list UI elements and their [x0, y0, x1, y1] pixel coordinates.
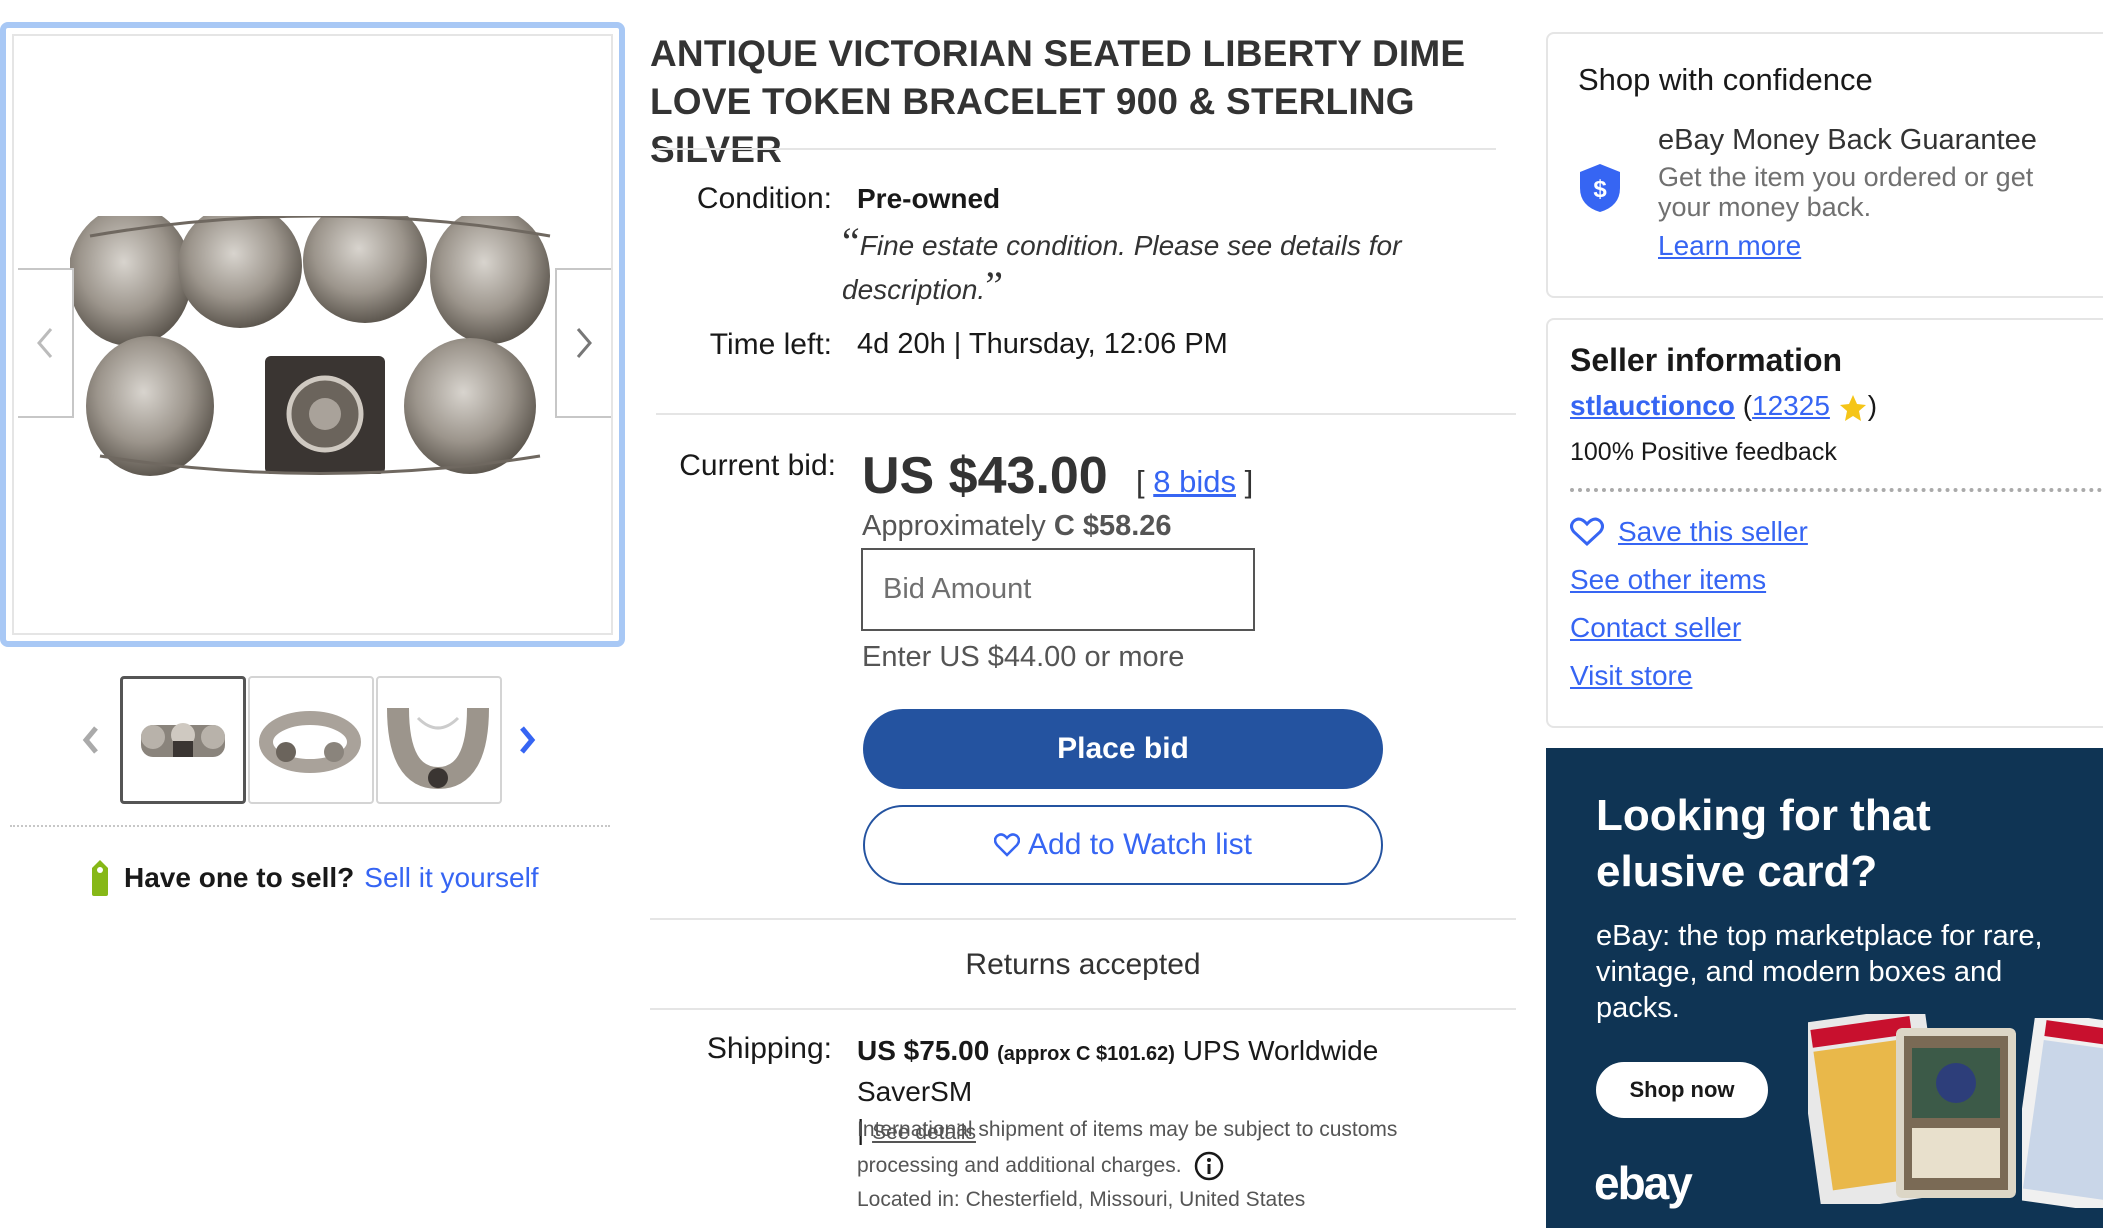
thumbnail-next-icon[interactable] — [516, 724, 538, 756]
thumbnail-1[interactable] — [120, 676, 246, 804]
seller-line: stlauctionco (12325 ) — [1570, 390, 1877, 423]
divider — [10, 825, 610, 827]
condition-label: Condition: — [696, 182, 832, 215]
price-tag-icon — [92, 860, 108, 896]
item-title: ANTIQUE VICTORIAN SEATED LIBERTY DIME LO… — [650, 30, 1530, 174]
visit-store-link[interactable]: Visit store — [1570, 660, 1692, 692]
advertisement-banner[interactable]: Looking for that elusive card? eBay: the… — [1546, 748, 2103, 1228]
see-other-items-link[interactable]: See other items — [1570, 564, 1766, 596]
current-bid-label: Current bid: — [679, 449, 836, 482]
bid-amount-input[interactable] — [861, 548, 1255, 631]
save-seller-button[interactable]: Save this seller — [1570, 516, 1808, 548]
bid-count: [ 8 bids ] — [1136, 464, 1253, 500]
bid-count-link[interactable]: 8 bids — [1153, 464, 1236, 499]
item-location: Located in: Chesterfield, Missouri, Unit… — [857, 1188, 1306, 1211]
international-note-text: International shipment of items may be s… — [857, 1118, 1398, 1177]
vintage-card-image — [1896, 1028, 2016, 1198]
place-bid-button[interactable]: Place bid — [863, 709, 1383, 789]
approx-price: Approximately C $58.26 — [862, 510, 1172, 543]
gallery-prev-button[interactable] — [18, 268, 74, 418]
info-icon[interactable] — [1193, 1150, 1225, 1182]
shop-with-confidence-card: Shop with confidence $ eBay Money Back G… — [1546, 32, 2103, 298]
shipping-approx: (approx C $101.62) — [997, 1043, 1175, 1065]
feedback-open-paren: ( — [1742, 390, 1753, 421]
guarantee-title: eBay Money Back Guarantee — [1658, 124, 2037, 156]
seller-title: Seller information — [1570, 342, 1843, 378]
shipping-price: US $75.00 — [857, 1035, 990, 1066]
divider — [650, 1008, 1516, 1010]
feedback-count-link[interactable]: 12325 — [1752, 390, 1830, 421]
add-to-watchlist-button[interactable]: Add to Watch list — [863, 805, 1383, 885]
learn-more-link[interactable]: Learn more — [1658, 230, 1801, 262]
hockey-card-image — [2022, 1018, 2103, 1208]
ebay-logo: ebay — [1594, 1157, 1693, 1209]
shipping-label: Shipping: — [706, 1032, 832, 1065]
sell-it-yourself-link[interactable]: Sell it yourself — [364, 862, 538, 894]
bid-count-close: ] — [1244, 464, 1254, 499]
thumbnail-3[interactable] — [376, 676, 502, 804]
approx-value: C $58.26 — [1053, 510, 1172, 542]
bid-count-open: [ — [1136, 464, 1145, 499]
chevron-right-icon — [576, 328, 592, 358]
current-bid-price: US $43.00 — [862, 447, 1108, 505]
divider — [656, 413, 1516, 415]
chevron-left-icon — [37, 328, 53, 358]
gallery-next-button[interactable] — [555, 268, 611, 418]
thumbnail-strip — [82, 676, 546, 806]
main-product-image[interactable] — [70, 216, 570, 496]
heart-icon — [994, 833, 1020, 857]
positive-feedback: 100% Positive feedback — [1570, 438, 1837, 466]
divider — [656, 148, 1496, 150]
image-gallery[interactable] — [0, 22, 625, 647]
time-left-duration: 4d 20h — [857, 328, 946, 360]
sell-question: Have one to sell? — [124, 862, 355, 893]
thumbnail-2[interactable] — [248, 676, 374, 804]
approx-prefix: Approximately — [862, 510, 1046, 542]
returns-policy: Returns accepted — [965, 948, 1201, 981]
time-left-separator: | — [953, 328, 962, 360]
seller-information-card: Seller information stlauctionco (12325 )… — [1546, 318, 2103, 728]
watchlist-label: Add to Watch list — [1028, 828, 1252, 861]
heart-icon — [1570, 517, 1604, 547]
time-left-label: Time left: — [709, 328, 832, 361]
time-left-end: Thursday, 12:06 PM — [968, 328, 1228, 360]
shield-dollar-icon: $ — [1580, 164, 1620, 212]
item-title-line1: ANTIQUE VICTORIAN SEATED LIBERTY DIME — [650, 33, 1466, 74]
contact-seller-link[interactable]: Contact seller — [1570, 612, 1741, 644]
condition-value: Pre-owned — [857, 183, 1001, 214]
save-seller-link[interactable]: Save this seller — [1618, 516, 1808, 548]
star-icon — [1839, 394, 1866, 421]
divider — [1570, 488, 2103, 492]
ad-subtext: eBay: the top marketplace for rare, vint… — [1596, 920, 2043, 1024]
condition-note-text: Fine estate condition. Please see detail… — [842, 230, 1402, 305]
international-note: International shipment of items may be s… — [857, 1112, 1477, 1184]
time-left-value: 4d 20h | Thursday, 12:06 PM — [857, 328, 1228, 361]
feedback-close-paren: ) — [1867, 390, 1878, 421]
item-title-line2: LOVE TOKEN BRACELET 900 & STERLING SILVE… — [650, 81, 1415, 170]
thumbnail-prev-icon[interactable] — [80, 724, 102, 756]
divider — [650, 918, 1516, 920]
seller-name-link[interactable]: stlauctionco — [1570, 390, 1735, 421]
min-bid-hint: Enter US $44.00 or more — [862, 641, 1185, 673]
guarantee-description: Get the item you ordered or get your mon… — [1658, 162, 2034, 222]
svg-text:$: $ — [1593, 176, 1607, 203]
condition-note: “Fine estate condition. Please see detai… — [842, 219, 1402, 308]
sell-prompt: Have one to sell? Sell it yourself — [86, 858, 539, 898]
main-image-frame — [12, 34, 613, 635]
ad-headline: Looking for that elusive card? — [1596, 791, 1931, 896]
confidence-title: Shop with confidence — [1578, 62, 1873, 97]
shop-now-button[interactable]: Shop now — [1596, 1062, 1768, 1118]
